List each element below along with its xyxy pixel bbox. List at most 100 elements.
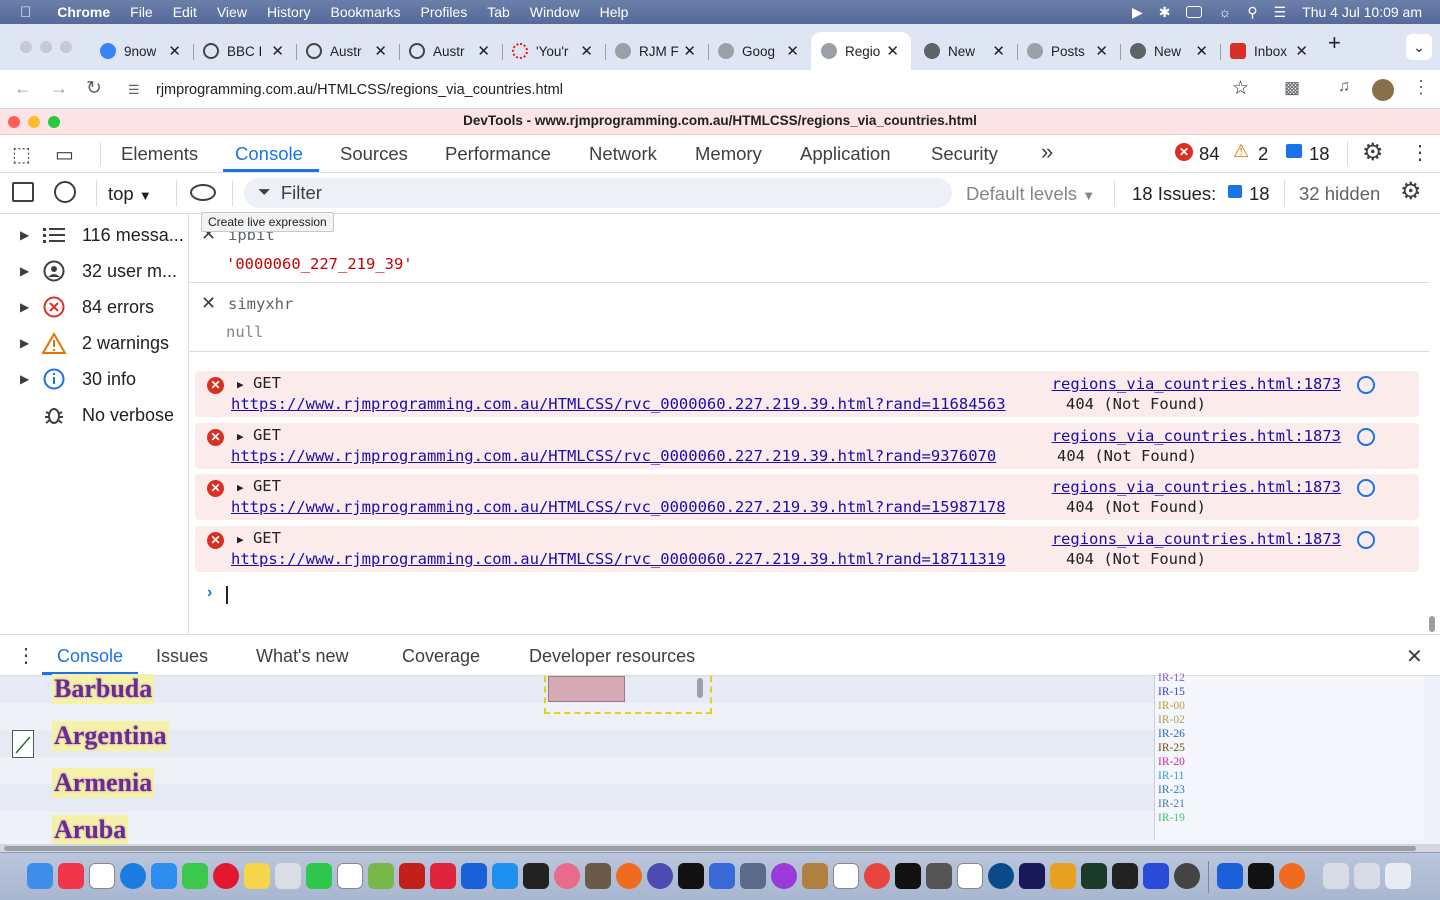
extensions-icon[interactable]: ▩ [1284, 78, 1300, 98]
menu-edit[interactable]: Edit [173, 4, 197, 20]
settings-gear-icon[interactable]: ⚙ [1362, 138, 1384, 167]
error-url[interactable]: https://www.rjmprogramming.com.au/HTMLCS… [231, 498, 1006, 516]
console-error-row[interactable]: ✕ ▶ GET regions_via_countries.html:1873 … [195, 474, 1419, 520]
console-error-row[interactable]: ✕ ▶ GET regions_via_countries.html:1873 … [195, 371, 1419, 417]
forward-button[interactable]: → [50, 78, 68, 99]
menu-help[interactable]: Help [600, 4, 629, 20]
drawer-tab-console[interactable]: Console [57, 646, 123, 667]
sidebar-toggle-icon[interactable] [12, 182, 34, 202]
tab-close-icon[interactable]: ✕ [886, 42, 899, 60]
devtools-menu-icon[interactable]: ⋮ [1410, 140, 1430, 165]
browser-tab[interactable]: 'You'r ✕ [502, 32, 605, 70]
region-code[interactable]: IR-21 [1158, 798, 1185, 810]
tab-console[interactable]: Console [235, 143, 303, 165]
tab-memory[interactable]: Memory [695, 143, 762, 165]
browser-tab[interactable]: Goog ✕ [708, 32, 811, 70]
app-icon[interactable] [430, 863, 456, 889]
bluetooth-icon[interactable]: ✱ [1159, 4, 1171, 21]
tab-network[interactable]: Network [589, 143, 657, 165]
calculator-icon[interactable] [926, 863, 952, 889]
sidebar-item-messages[interactable]: ▶ 116 messa... [0, 217, 189, 253]
tab-close-icon[interactable]: ✕ [1295, 42, 1308, 60]
browser-tab[interactable]: New ✕ [914, 32, 1017, 70]
app-icon[interactable] [802, 863, 828, 889]
sidebar-item-info[interactable]: ▶ 30 info [0, 361, 189, 397]
bbedit-icon[interactable] [647, 863, 673, 889]
tab-sources[interactable]: Sources [340, 143, 408, 165]
error-method[interactable]: ▶ GET [237, 529, 281, 547]
console-error-row[interactable]: ✕ ▶ GET regions_via_countries.html:1873 … [195, 526, 1419, 572]
drawer-menu-icon[interactable]: ⋮ [16, 643, 36, 668]
new-tab-button[interactable]: + [1328, 30, 1341, 56]
tab-performance[interactable]: Performance [445, 143, 551, 165]
menu-profiles[interactable]: Profiles [421, 4, 468, 20]
issues-number[interactable]: 18 [1249, 183, 1270, 205]
region-code[interactable]: IR-19 [1158, 812, 1185, 824]
firefox-icon[interactable] [616, 863, 642, 889]
chrome-icon[interactable] [864, 863, 890, 889]
document-icon[interactable] [957, 863, 983, 889]
downloads-folder-icon[interactable] [1323, 863, 1349, 889]
clock[interactable]: Thu 4 Jul 10:09 am [1302, 4, 1422, 20]
region-code[interactable]: IR-25 [1158, 742, 1185, 754]
wifi-icon[interactable]: ☼ [1218, 4, 1231, 20]
region-code[interactable]: IR-00 [1158, 700, 1185, 712]
country-link[interactable]: Armenia [52, 768, 155, 798]
menu-bookmarks[interactable]: Bookmarks [331, 4, 401, 20]
expand-arrow-icon[interactable]: ▶ [20, 228, 32, 242]
drawer-tab-developer-resources[interactable]: Developer resources [529, 646, 695, 667]
calendar-icon[interactable] [833, 863, 859, 889]
media-control-icon[interactable]: ♫ [1338, 78, 1350, 96]
terminal-icon[interactable] [523, 863, 549, 889]
terminal-icon[interactable] [895, 863, 921, 889]
network-request-icon[interactable] [1357, 531, 1375, 549]
sidebar-item-errors[interactable]: ▶ 84 errors [0, 289, 189, 325]
drawer-tab-issues[interactable]: Issues [156, 646, 208, 667]
filezilla-icon[interactable] [399, 863, 425, 889]
safari-icon[interactable] [120, 863, 146, 889]
error-source-link[interactable]: regions_via_countries.html:1873 [1052, 375, 1341, 393]
profile-avatar[interactable] [1372, 79, 1394, 101]
battery-icon[interactable] [1186, 6, 1203, 18]
error-source-link[interactable]: regions_via_countries.html:1873 [1052, 530, 1341, 548]
console-scrollbar[interactable] [1429, 616, 1435, 632]
maps-icon[interactable] [368, 863, 394, 889]
device-toolbar-icon[interactable]: ▭ [55, 142, 74, 167]
issues-icon[interactable] [1228, 185, 1242, 198]
preview-icon[interactable] [740, 863, 766, 889]
opera-icon[interactable] [213, 863, 239, 889]
gimp-icon[interactable] [585, 863, 611, 889]
browser-tab[interactable]: 9now ✕ [90, 32, 193, 70]
site-info-icon[interactable]: ☰ [128, 82, 144, 98]
sidebar-item-user-messages[interactable]: ▶ 32 user m... [0, 253, 189, 289]
expand-arrow-icon[interactable]: ▶ [20, 336, 32, 350]
control-center-icon[interactable]: ☰ [1274, 4, 1287, 21]
live-expression-input[interactable]: simyxhr [228, 295, 293, 313]
page-horizontal-scrollbar[interactable] [4, 846, 1416, 851]
warning-count-icon[interactable]: ⚠ [1233, 141, 1249, 162]
issues-count[interactable]: 18 [1309, 143, 1330, 165]
network-request-icon[interactable] [1357, 428, 1375, 446]
back-button[interactable]: ← [14, 78, 32, 99]
music-icon[interactable] [58, 863, 84, 889]
error-url[interactable]: https://www.rjmprogramming.com.au/HTMLCS… [231, 447, 996, 465]
menu-tab[interactable]: Tab [487, 4, 510, 20]
window-minimize-button[interactable] [40, 41, 52, 53]
tab-close-icon[interactable]: ✕ [1195, 42, 1208, 60]
folder-icon[interactable] [1354, 863, 1380, 889]
address-bar[interactable]: ☰ rjmprogramming.com.au/HTMLCSS/regions_… [118, 73, 1268, 107]
tab-close-icon[interactable]: ✕ [683, 42, 696, 60]
expand-arrow-icon[interactable]: ▶ [20, 372, 32, 386]
apple-tv-icon[interactable] [678, 863, 704, 889]
app-icon[interactable] [1217, 863, 1243, 889]
browser-tab-active[interactable]: Regio ✕ [811, 32, 911, 70]
country-link[interactable]: Barbuda [52, 674, 155, 704]
notes-icon[interactable] [244, 863, 270, 889]
tab-close-icon[interactable]: ✕ [786, 42, 799, 60]
browser-tab[interactable]: RJM F ✕ [605, 32, 708, 70]
trash-icon[interactable] [1385, 863, 1411, 889]
drawer-tab-coverage[interactable]: Coverage [402, 646, 480, 667]
error-method[interactable]: ▶ GET [237, 477, 281, 495]
menu-file[interactable]: File [130, 4, 153, 20]
edit-icon[interactable] [12, 730, 34, 758]
